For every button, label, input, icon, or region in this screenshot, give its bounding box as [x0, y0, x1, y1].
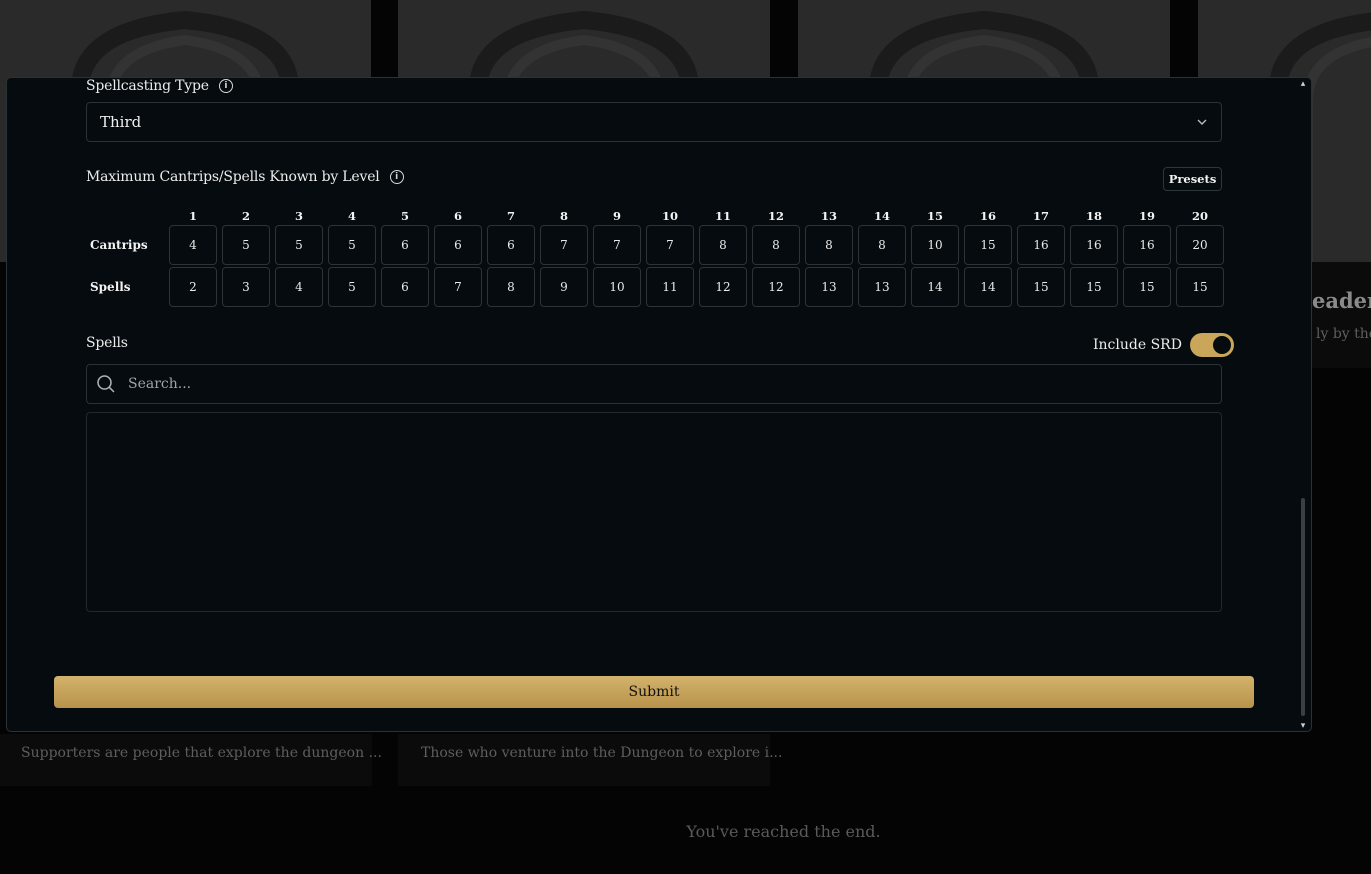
spells-level-input[interactable]: 4	[275, 267, 323, 307]
toggle-knob	[1212, 336, 1231, 354]
level-header: 19	[1138, 209, 1155, 223]
scroll-thumb[interactable]	[1301, 498, 1305, 716]
spells-level-input[interactable]: 15	[1123, 267, 1171, 307]
end-message: You've reached the end.	[686, 822, 881, 841]
level-header: 8	[559, 209, 568, 223]
spells-level-input[interactable]: 12	[699, 267, 747, 307]
cantrips-level-input[interactable]: 6	[381, 225, 429, 265]
spellcasting-type-value: Third	[100, 113, 142, 131]
cantrips-row: 4 5 5 5 6 6 6 7 7 7 8 8 8 8 10 15 16 16 16 20	[169, 225, 1224, 265]
cantrips-level-input[interactable]: 5	[222, 225, 270, 265]
level-header: 2	[241, 209, 250, 223]
cantrips-level-input[interactable]: 6	[434, 225, 482, 265]
cantrips-level-input[interactable]: 7	[593, 225, 641, 265]
level-header: 9	[612, 209, 621, 223]
card-description: Those who venture into the Dungeon to ex…	[421, 745, 783, 761]
level-header: 15	[926, 209, 943, 223]
cantrips-level-input[interactable]: 15	[964, 225, 1012, 265]
spells-level-input[interactable]: 13	[805, 267, 853, 307]
scroll-down-icon[interactable]: ▾	[1299, 722, 1307, 731]
spells-level-input[interactable]: 13	[858, 267, 906, 307]
search-placeholder: Search...	[128, 376, 192, 392]
presets-button[interactable]: Presets	[1163, 167, 1222, 191]
level-header: 16	[979, 209, 996, 223]
spells-row: 2 3 4 5 6 7 8 9 10 11 12 12 13 13 14 14 15 15 15 15	[169, 267, 1224, 307]
cantrips-level-input[interactable]: 7	[646, 225, 694, 265]
info-icon[interactable]: i	[389, 170, 404, 184]
spells-level-input[interactable]: 3	[222, 267, 270, 307]
spells-level-input[interactable]: 11	[646, 267, 694, 307]
spells-known-text: Maximum Cantrips/Spells Known by Level	[86, 169, 380, 185]
spells-level-input[interactable]: 15	[1017, 267, 1065, 307]
spells-level-input[interactable]: 9	[540, 267, 588, 307]
spellcasting-type-select[interactable]: Third	[86, 102, 1222, 142]
spell-search-input[interactable]: Search...	[86, 364, 1222, 404]
level-header: 1	[188, 209, 197, 223]
include-srd-toggle[interactable]	[1189, 333, 1234, 357]
cantrips-level-input[interactable]: 16	[1017, 225, 1065, 265]
spells-row-label: Spells	[90, 280, 131, 294]
spells-label-text: Spells	[86, 335, 128, 351]
level-header: 3	[294, 209, 303, 223]
spells-level-input[interactable]: 6	[381, 267, 429, 307]
spells-level-input[interactable]: 5	[328, 267, 376, 307]
include-srd-toggle-group: Include SRD	[1093, 333, 1234, 357]
spells-level-input[interactable]: 8	[487, 267, 535, 307]
level-header: 12	[767, 209, 784, 223]
cantrips-level-input[interactable]: 5	[275, 225, 323, 265]
level-header: 13	[820, 209, 837, 223]
spells-level-input[interactable]: 14	[964, 267, 1012, 307]
card-description: ly by tho	[1316, 326, 1371, 342]
spellcasting-modal: ▴ ▾ Spellcasting Type i Third Maximum Ca…	[6, 77, 1312, 732]
level-header: 6	[453, 209, 462, 223]
cantrips-level-input[interactable]: 6	[487, 225, 535, 265]
level-header: 10	[661, 209, 678, 223]
cantrips-level-input[interactable]: 4	[169, 225, 217, 265]
level-header: 18	[1085, 209, 1102, 223]
search-icon	[97, 375, 115, 393]
card-title: eader	[1312, 288, 1371, 313]
submit-button[interactable]: Submit	[54, 676, 1254, 708]
cantrips-level-input[interactable]: 10	[911, 225, 959, 265]
level-header: 5	[400, 209, 409, 223]
cantrips-level-input[interactable]: 8	[858, 225, 906, 265]
spellcasting-type-text: Spellcasting Type	[86, 78, 209, 94]
level-header: 17	[1032, 209, 1049, 223]
cantrips-level-input[interactable]: 8	[699, 225, 747, 265]
spells-level-input[interactable]: 14	[911, 267, 959, 307]
cantrips-level-input[interactable]: 20	[1176, 225, 1224, 265]
spells-known-label: Maximum Cantrips/Spells Known by Level i	[86, 169, 404, 185]
include-srd-label: Include SRD	[1093, 337, 1182, 353]
spell-results-list[interactable]	[86, 412, 1222, 612]
spells-level-input[interactable]: 2	[169, 267, 217, 307]
cantrips-row-label: Cantrips	[90, 238, 148, 252]
level-header: 4	[347, 209, 356, 223]
level-headers: 1 2 3 4 5 6 7 8 9 10 11 12 13 14 15 16 17 18 19 20	[169, 209, 1224, 223]
cantrips-level-input[interactable]: 7	[540, 225, 588, 265]
cantrips-level-input[interactable]: 16	[1123, 225, 1171, 265]
spells-section-label: Spells	[86, 335, 128, 351]
cantrips-level-input[interactable]: 8	[805, 225, 853, 265]
level-header: 11	[714, 209, 731, 223]
chevron-down-icon	[1197, 119, 1207, 125]
spells-level-input[interactable]: 15	[1176, 267, 1224, 307]
level-header: 7	[506, 209, 515, 223]
spells-level-input[interactable]: 15	[1070, 267, 1118, 307]
spells-level-input[interactable]: 10	[593, 267, 641, 307]
spells-level-input[interactable]: 7	[434, 267, 482, 307]
scroll-up-icon[interactable]: ▴	[1299, 80, 1307, 89]
cantrips-level-input[interactable]: 16	[1070, 225, 1118, 265]
level-header: 20	[1191, 209, 1208, 223]
modal-scrollbar[interactable]: ▴ ▾	[1299, 80, 1307, 731]
level-header: 14	[873, 209, 890, 223]
spellcasting-type-label: Spellcasting Type i	[86, 78, 233, 94]
card-description: Supporters are people that explore the d…	[21, 745, 382, 761]
spells-level-input[interactable]: 12	[752, 267, 800, 307]
cantrips-level-input[interactable]: 8	[752, 225, 800, 265]
cantrips-level-input[interactable]: 5	[328, 225, 376, 265]
info-icon[interactable]: i	[218, 79, 233, 93]
